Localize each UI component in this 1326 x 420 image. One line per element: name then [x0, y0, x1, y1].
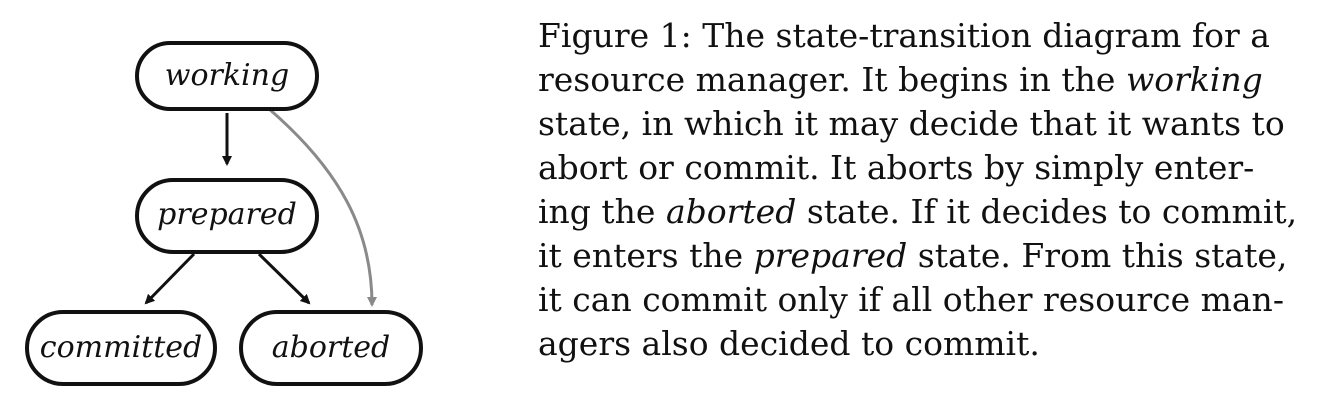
caption-line: state, in which it may decide that it wa… [538, 102, 1308, 146]
edge-prepared-to-aborted [257, 252, 311, 305]
caption-text: Figure 1: The state-transition diagram f… [538, 16, 1270, 55]
node-prepared: prepared [135, 178, 319, 254]
caption-line: abort or commit. It aborts by simply ent… [538, 146, 1308, 190]
node-committed: committed [25, 310, 217, 386]
node-working: working [135, 41, 319, 111]
node-aborted-label: aborted [272, 330, 391, 365]
caption-text: it enters the [538, 236, 754, 275]
node-aborted: aborted [239, 310, 423, 386]
caption-text: agers also decided to commit. [538, 324, 1040, 363]
caption-emphasis: prepared [753, 236, 908, 275]
edge-prepared-to-committed [144, 252, 196, 305]
caption-emphasis: working [1125, 60, 1263, 99]
node-working-label: working [165, 58, 289, 93]
caption-text: state. From this state, [907, 236, 1288, 275]
caption-line: it can commit only if all other resource… [538, 278, 1308, 322]
caption-line: Figure 1: The state-transition diagram f… [538, 14, 1308, 58]
caption-text: ing the [538, 192, 666, 231]
caption-text: abort or commit. It aborts by simply ent… [538, 148, 1255, 187]
caption-text: state, in which it may decide that it wa… [538, 104, 1285, 143]
node-committed-label: committed [40, 330, 202, 365]
caption-emphasis: aborted [665, 192, 797, 231]
caption-line: agers also decided to commit. [538, 322, 1308, 366]
state-transition-diagram: working prepared committed aborted [25, 41, 423, 386]
node-prepared-label: prepared [157, 197, 297, 232]
caption-text: state. If it decides to commit, [796, 192, 1298, 231]
caption-line: ing the aborted state. If it decides to … [538, 190, 1308, 234]
caption-line: resource manager. It begins in the worki… [538, 58, 1308, 102]
caption-text: resource manager. It begins in the [538, 60, 1126, 99]
caption-line: it enters the prepared state. From this … [538, 234, 1308, 278]
figure-caption: Figure 1: The state-transition diagram f… [538, 14, 1308, 366]
caption-text: it can commit only if all other resource… [538, 280, 1284, 319]
